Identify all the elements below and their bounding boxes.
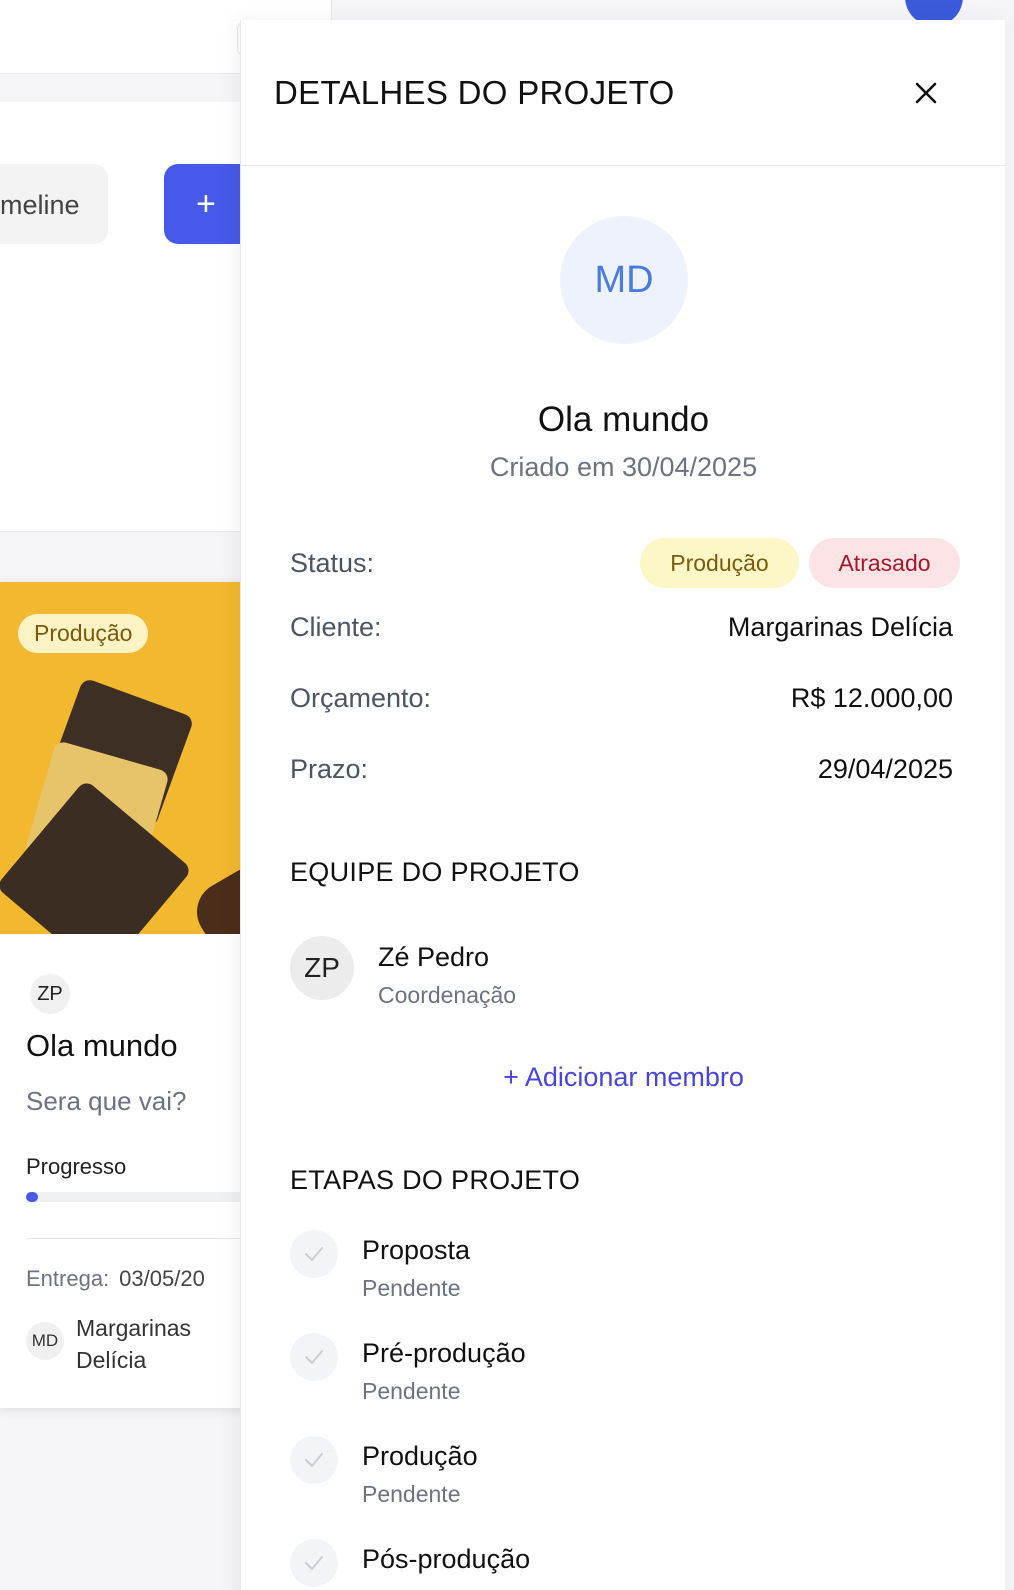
add-member-link[interactable]: + Adicionar membro — [241, 1062, 1006, 1093]
project-created-date: Criado em 30/04/2025 — [489, 452, 758, 482]
check-icon — [305, 1247, 323, 1261]
card-progress-label: Progresso — [26, 1154, 127, 1179]
step-check-toggle[interactable] — [290, 1230, 338, 1278]
member-role: Coordenação — [378, 982, 517, 1008]
step-check-toggle[interactable] — [290, 1333, 338, 1381]
check-icon — [305, 1350, 323, 1364]
project-details-drawer: DETALHES DO PROJETO MD Ola mundo Criado … — [240, 20, 1005, 1590]
card-delivery-label: Entrega: — [26, 1266, 110, 1291]
card-subtitle: Sera que vai? — [26, 1086, 187, 1116]
step-status: Pendente — [362, 1378, 461, 1404]
deadline-label: Prazo: — [290, 754, 369, 784]
close-button[interactable] — [909, 76, 943, 110]
project-avatar: MD — [560, 216, 688, 344]
drawer-header: DETALHES DO PROJETO — [241, 20, 1005, 166]
step-name: Pré-produção — [362, 1338, 526, 1368]
step-name: Proposta — [362, 1235, 471, 1265]
card-title: Ola mundo — [26, 1028, 178, 1063]
project-card[interactable]: Produção ZP Ola mundo Sera que vai? Prog… — [0, 582, 262, 1408]
client-label: Cliente: — [290, 612, 382, 642]
card-owner-avatar: ZP — [30, 974, 70, 1014]
status-badge-production: Produção — [640, 538, 799, 588]
member-name: Zé Pedro — [378, 942, 490, 972]
timeline-view-button[interactable]: meline — [0, 164, 108, 244]
step-status: Pendente — [362, 1275, 461, 1301]
card-client-avatar: MD — [26, 1322, 64, 1360]
budget-value: R$ 12.000,00 — [790, 683, 953, 713]
step-name: Pós-produção — [362, 1544, 531, 1574]
deadline-value: 29/04/2025 — [817, 754, 953, 784]
project-cover-image: Produção — [0, 582, 262, 934]
card-progress-bar — [26, 1192, 262, 1202]
team-heading: EQUIPE DO PROJETO — [290, 857, 580, 887]
status-label: Status: — [290, 548, 375, 578]
project-name: Ola mundo — [537, 400, 710, 439]
steps-heading: ETAPAS DO PROJETO — [290, 1165, 581, 1195]
check-icon — [305, 1556, 323, 1570]
status-badge-late: Atrasado — [809, 538, 960, 588]
client-value: Margarinas Delícia — [727, 612, 953, 642]
budget-label: Orçamento: — [290, 683, 432, 713]
divider — [26, 1238, 262, 1239]
card-delivery-date: 03/05/20 — [119, 1266, 205, 1291]
card-client-name: Margarinas Delícia — [76, 1315, 192, 1373]
member-avatar: ZP — [290, 936, 354, 1000]
step-check-toggle[interactable] — [290, 1539, 338, 1587]
step-status: Pendente — [362, 1481, 461, 1507]
step-name: Produção — [362, 1441, 478, 1471]
step-check-toggle[interactable] — [290, 1436, 338, 1484]
drawer-title: DETALHES DO PROJETO — [274, 74, 675, 111]
card-delivery: Entrega: 03/05/20 — [26, 1266, 205, 1292]
check-icon — [305, 1453, 323, 1467]
card-progress-fill — [26, 1192, 38, 1202]
card-status-badge: Produção — [18, 614, 149, 653]
close-icon — [915, 82, 937, 104]
